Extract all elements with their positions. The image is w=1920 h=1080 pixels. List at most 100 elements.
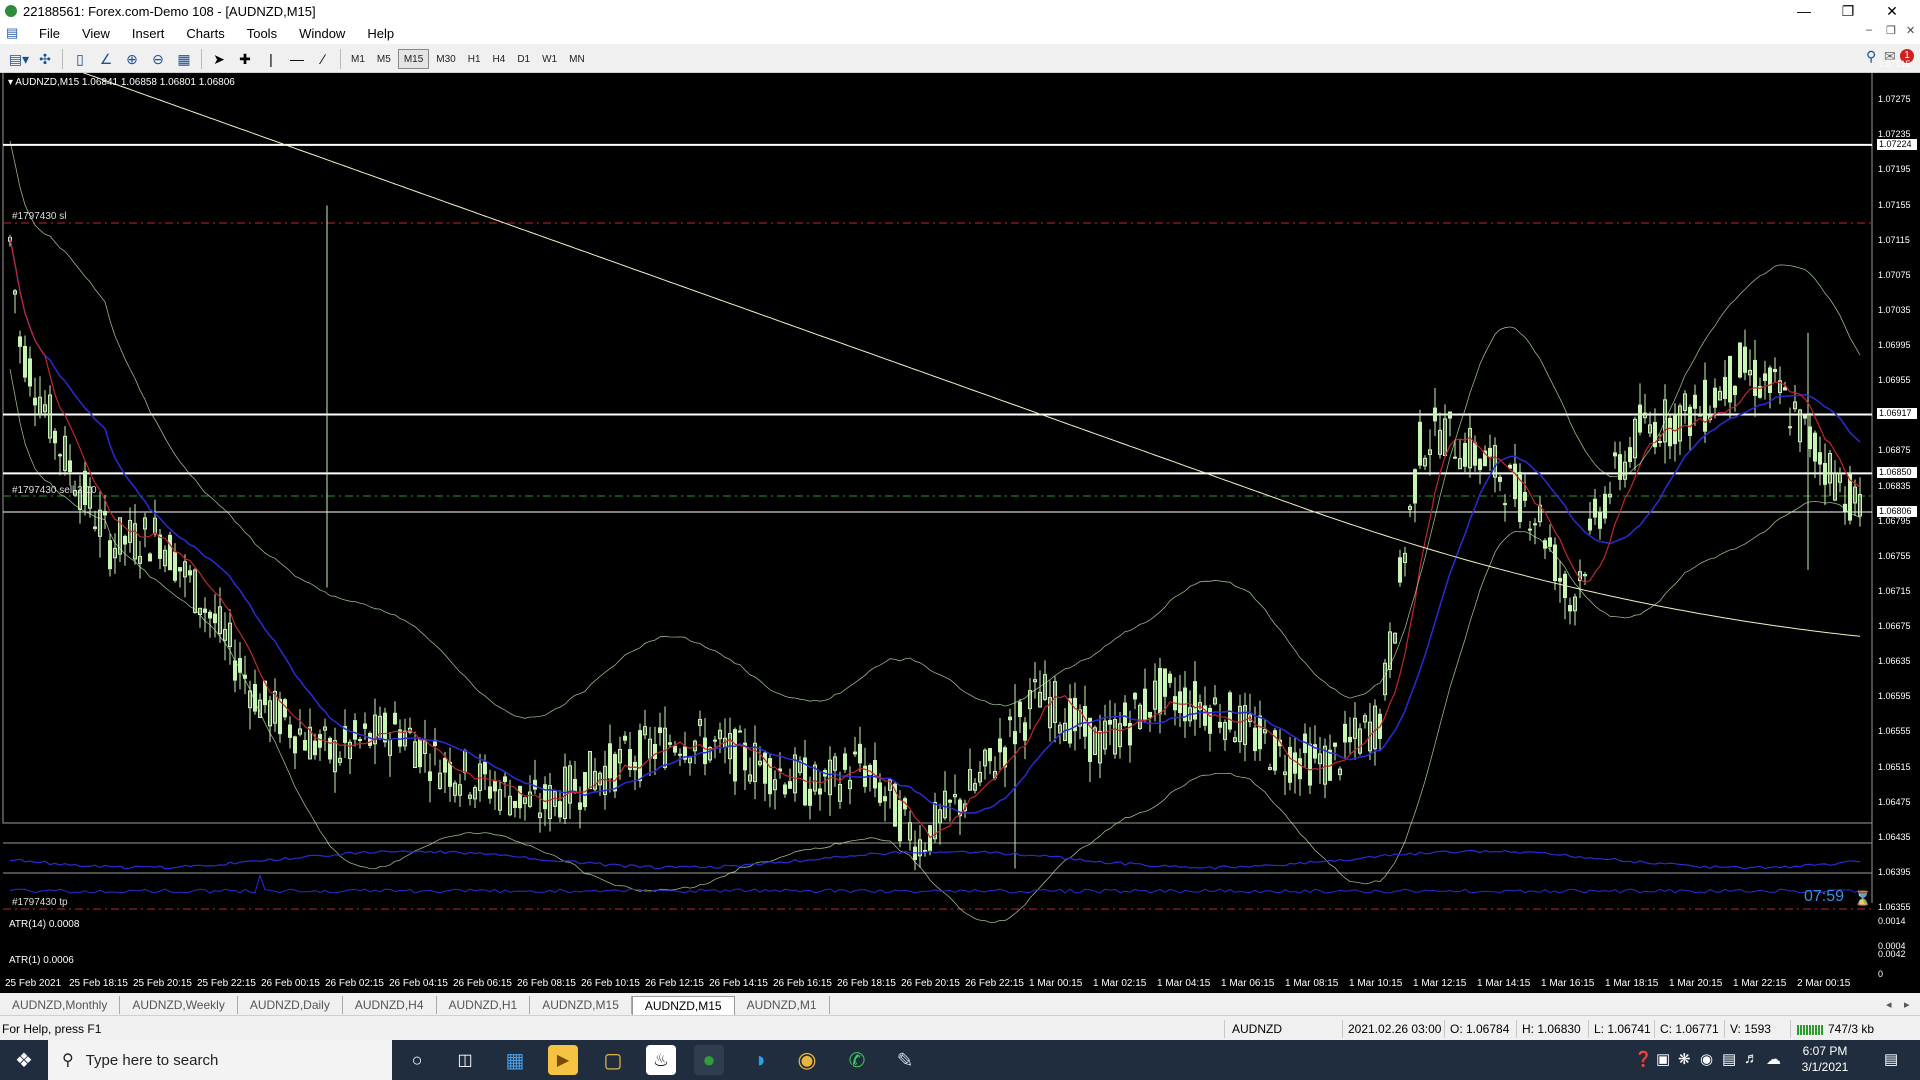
- chrome-browser-icon[interactable]: ◉: [792, 1045, 822, 1075]
- menu-view[interactable]: View: [71, 26, 121, 41]
- presentation-app-icon[interactable]: ▶: [548, 1045, 578, 1075]
- atr14-label: ATR(14) 0.0008: [9, 919, 80, 930]
- candle-body: [313, 740, 317, 756]
- candle-body: [878, 782, 882, 803]
- onedrive-tray-icon[interactable]: ☁: [1766, 1050, 1781, 1068]
- menu-window[interactable]: Window: [288, 26, 356, 41]
- mdi-restore-button[interactable]: ❐: [1886, 24, 1896, 37]
- paint-app-icon[interactable]: ✎: [890, 1045, 920, 1075]
- task-view-icon[interactable]: ◫: [450, 1045, 480, 1075]
- menu-file[interactable]: File: [28, 26, 71, 41]
- minimize-button[interactable]: —: [1782, 0, 1826, 22]
- candle-body: [1298, 758, 1302, 780]
- cursor-icon[interactable]: ➤: [208, 48, 230, 70]
- tab-weekly[interactable]: AUDNZD,Weekly: [120, 996, 238, 1014]
- menu-help[interactable]: Help: [356, 26, 405, 41]
- network-share-tray-icon[interactable]: ❋: [1678, 1050, 1691, 1068]
- file-explorer-icon[interactable]: ▢: [598, 1045, 628, 1075]
- monitor-tray-icon[interactable]: ▣: [1656, 1050, 1670, 1068]
- search-icon[interactable]: ⚲: [1866, 48, 1876, 65]
- chart-info-text: AUDNZD,M15 1.06841 1.06858 1.06801 1.068…: [15, 77, 235, 88]
- cortana-icon[interactable]: ○: [402, 1045, 432, 1075]
- candle-body: [1763, 373, 1767, 381]
- wifi-tray-icon[interactable]: ▤: [1722, 1050, 1736, 1068]
- price-chart[interactable]: [0, 73, 1920, 993]
- status-traffic: 747/3 kb: [1828, 1022, 1875, 1036]
- desktop-app-icon[interactable]: ▦: [500, 1045, 530, 1075]
- menu-charts[interactable]: Charts: [175, 26, 235, 41]
- price-axis-label: 1.07035: [1878, 304, 1911, 315]
- timeframe-m30-button[interactable]: M30: [431, 50, 460, 68]
- time-axis-label: 1 Mar 00:15: [1029, 978, 1083, 989]
- crosshair-profile-icon[interactable]: ✣: [34, 48, 56, 70]
- timeframe-w1-button[interactable]: W1: [537, 50, 562, 68]
- price-axis-label: 1.06835: [1878, 480, 1911, 491]
- tab-scroll-left-icon[interactable]: ◂: [1886, 998, 1892, 1011]
- tab-h1[interactable]: AUDNZD,H1: [437, 996, 531, 1014]
- volume-tray-icon[interactable]: ♬: [1744, 1050, 1759, 1067]
- taskbar-search[interactable]: ⚲ Type here to search: [48, 1040, 392, 1080]
- kite-app-icon[interactable]: ♨: [646, 1045, 676, 1075]
- mdi-minimize-button[interactable]: –: [1866, 24, 1872, 36]
- help-tray-icon[interactable]: ❓: [1634, 1050, 1653, 1068]
- tab-m15[interactable]: AUDNZD,M15: [530, 996, 632, 1014]
- tab-scroll-right-icon[interactable]: ▸: [1904, 998, 1910, 1011]
- timeframe-m1-button[interactable]: M1: [346, 50, 370, 68]
- maximize-button[interactable]: ❐: [1826, 0, 1870, 22]
- candle-body: [763, 752, 767, 784]
- taskbar-clock[interactable]: 6:07 PM 3/1/2021: [1790, 1043, 1860, 1075]
- chart-window-icon[interactable]: ▤: [6, 26, 20, 40]
- edge-browser-icon[interactable]: ◑: [744, 1045, 774, 1075]
- tab-daily[interactable]: AUDNZD,Daily: [238, 996, 343, 1014]
- metatrader-icon[interactable]: ●: [694, 1045, 724, 1075]
- price-axis-label: 1.06955: [1878, 375, 1911, 386]
- tab-monthly[interactable]: AUDNZD,Monthly: [0, 996, 121, 1014]
- tab-m15-active[interactable]: AUDNZD,M15: [631, 995, 735, 1015]
- chart-window[interactable]: ▾ AUDNZD,M15 1.06841 1.06858 1.06801 1.0…: [0, 59, 1920, 993]
- candle-body: [733, 729, 737, 782]
- candle-body: [1288, 746, 1292, 783]
- time-axis-label: 1 Mar 22:15: [1733, 978, 1787, 989]
- horizontal-line-icon[interactable]: —: [286, 48, 308, 70]
- candle-body: [518, 785, 522, 809]
- candle-body: [633, 761, 637, 771]
- candle-body: [148, 553, 152, 562]
- tab-h4[interactable]: AUDNZD,H4: [343, 996, 437, 1014]
- notification-center-icon[interactable]: ▤: [1884, 1050, 1898, 1068]
- candle-body: [253, 683, 257, 712]
- time-axis-label: 26 Feb 08:15: [517, 978, 576, 989]
- line-chart-icon[interactable]: ∠: [95, 48, 117, 70]
- timeframe-m5-button[interactable]: M5: [372, 50, 396, 68]
- trendline-icon[interactable]: ∕: [312, 48, 334, 70]
- candle-body: [583, 772, 587, 808]
- timeframe-h4-button[interactable]: H4: [488, 50, 511, 68]
- vertical-line-icon[interactable]: |: [260, 48, 282, 70]
- timeframe-m15-button[interactable]: M15: [397, 49, 430, 69]
- crosshair-icon[interactable]: ✚: [234, 48, 256, 70]
- close-button[interactable]: ✕: [1870, 0, 1914, 22]
- price-axis-label: 1.06435: [1878, 831, 1911, 842]
- candle-body: [1738, 342, 1742, 378]
- candle-body: [853, 751, 857, 755]
- menu-insert[interactable]: Insert: [121, 26, 176, 41]
- timeframe-h1-button[interactable]: H1: [463, 50, 486, 68]
- bar-chart-icon[interactable]: ▯: [69, 48, 91, 70]
- windows-start-icon[interactable]: ❖: [0, 1040, 48, 1080]
- zoom-out-icon[interactable]: ⊖: [147, 48, 169, 70]
- zoom-in-icon[interactable]: ⊕: [121, 48, 143, 70]
- whatsapp-icon[interactable]: ✆: [842, 1045, 872, 1075]
- candle-body: [1453, 456, 1457, 459]
- mdi-close-button[interactable]: ✕: [1906, 24, 1915, 37]
- time-axis-label: 1 Mar 10:15: [1349, 978, 1403, 989]
- candle-body: [158, 534, 162, 559]
- menu-tools[interactable]: Tools: [236, 26, 288, 41]
- timeframe-mn-button[interactable]: MN: [564, 50, 590, 68]
- candle-body: [1513, 463, 1517, 500]
- timeframe-d1-button[interactable]: D1: [512, 50, 535, 68]
- tile-windows-icon[interactable]: ▦: [173, 48, 195, 70]
- candle-body: [673, 745, 677, 753]
- new-chart-icon[interactable]: ▤▾: [8, 48, 30, 70]
- tab-m1[interactable]: AUDNZD,M1: [735, 996, 830, 1014]
- clock-date: 3/1/2021: [1801, 1060, 1849, 1074]
- app-tray-icon[interactable]: ◉: [1700, 1050, 1713, 1068]
